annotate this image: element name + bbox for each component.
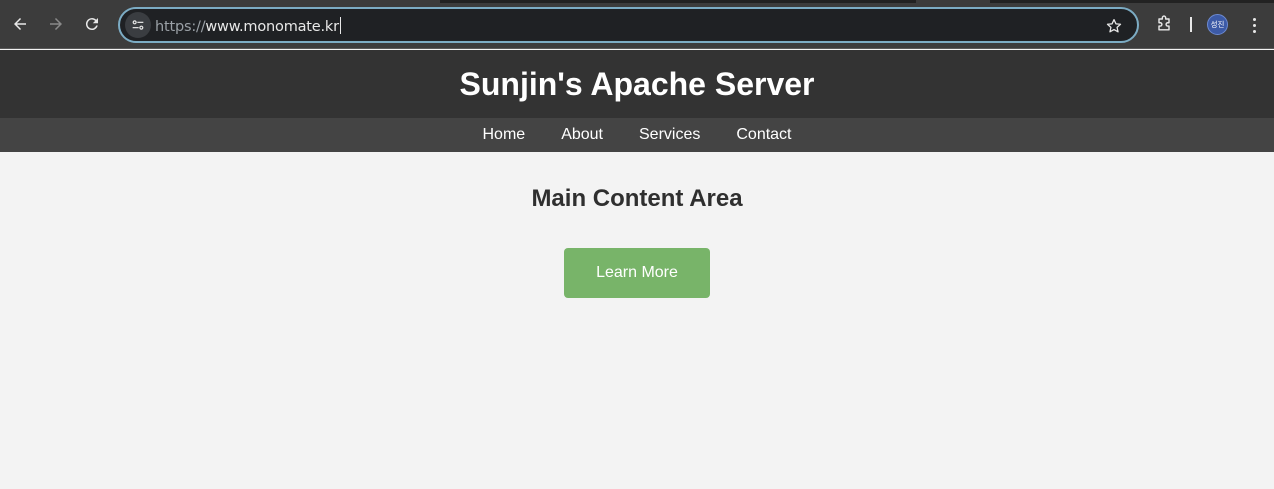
- tab-strip-edge: [440, 0, 916, 3]
- toolbar-divider: [1190, 17, 1192, 32]
- text-caret: [339, 17, 341, 34]
- reload-button[interactable]: [77, 9, 107, 39]
- page-title: Sunjin's Apache Server: [459, 66, 815, 102]
- bookmark-button[interactable]: [1103, 15, 1125, 37]
- profile-avatar[interactable]: 성진: [1207, 14, 1228, 35]
- arrow-right-icon: [50, 18, 62, 30]
- main-heading: Main Content Area: [531, 185, 743, 212]
- star-outline-icon: [1106, 18, 1122, 33]
- url-field[interactable]: https://www.monomate.kr: [155, 17, 341, 35]
- address-bar[interactable]: https://www.monomate.kr: [118, 7, 1139, 43]
- browser-toolbar: https://www.monomate.kr 성진: [0, 0, 1274, 49]
- nav-link-about[interactable]: About: [561, 118, 603, 152]
- site-info-button[interactable]: [125, 12, 151, 38]
- back-button[interactable]: [5, 9, 35, 39]
- arrow-left-icon: [14, 18, 26, 30]
- forward-button[interactable]: [41, 9, 71, 39]
- kebab-menu-icon: [1252, 17, 1256, 21]
- main-content: Main Content Area Learn More: [0, 152, 1274, 489]
- site-header: Sunjin's Apache Server: [0, 50, 1274, 118]
- nav-link-home[interactable]: Home: [483, 118, 526, 152]
- nav-link-services[interactable]: Services: [639, 118, 700, 152]
- browser-menu-button[interactable]: [1244, 12, 1264, 38]
- learn-more-button[interactable]: Learn More: [564, 248, 710, 298]
- extensions-button[interactable]: [1151, 11, 1177, 37]
- kebab-menu-icon: [1252, 23, 1256, 27]
- nav-link-contact[interactable]: Contact: [736, 118, 791, 152]
- url-scheme: https://: [155, 19, 206, 35]
- kebab-menu-icon: [1252, 29, 1256, 33]
- site-nav: Home About Services Contact: [0, 118, 1274, 152]
- reload-icon: [85, 18, 98, 31]
- tune-icon: [132, 20, 144, 30]
- tab-strip-edge: [990, 0, 1274, 3]
- url-host: www.monomate.kr: [205, 19, 339, 35]
- puzzle-icon: [1158, 15, 1170, 31]
